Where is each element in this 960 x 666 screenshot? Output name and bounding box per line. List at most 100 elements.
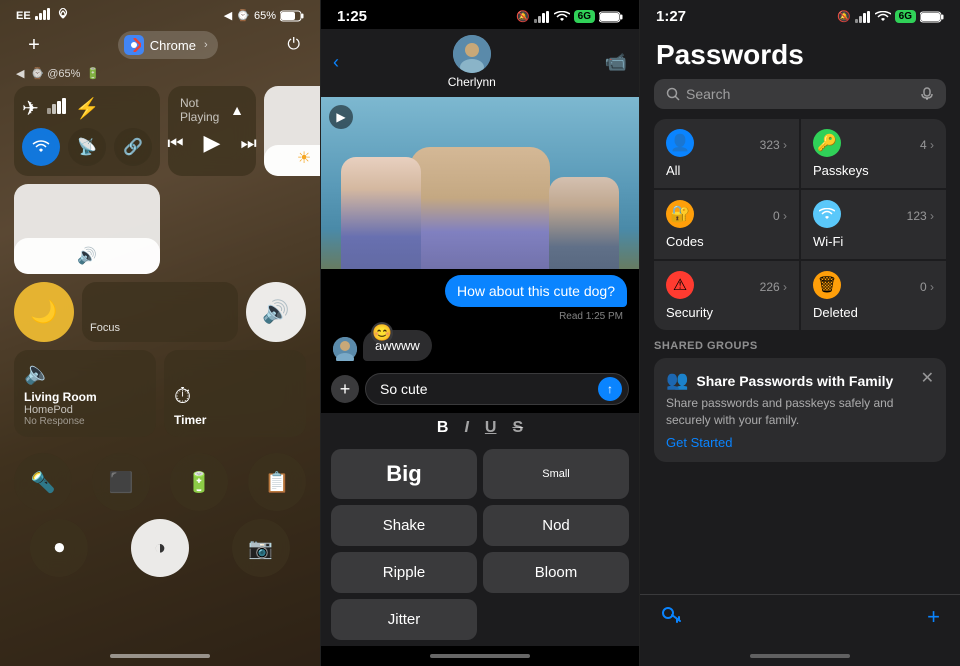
- cc-bottom-buttons-2: ⏺ ◑ 📷: [0, 511, 320, 577]
- pwd-wifi-icon: [875, 11, 891, 23]
- cc-timer-tile[interactable]: ⏱ Timer: [164, 350, 306, 437]
- cc-camera-button[interactable]: 📷: [232, 519, 290, 577]
- cc-speaker-icon: 🔊: [262, 299, 289, 325]
- pwd-all-icon: 👤: [666, 129, 694, 157]
- cc-camera-icon: 📷: [248, 536, 273, 561]
- cc-status-bar: EE ◀ ⌚ 65%: [0, 0, 320, 27]
- msg-bubble-text: How about this cute dog?: [457, 283, 615, 299]
- pwd-add-button[interactable]: +: [927, 604, 940, 630]
- pwd-mic-icon[interactable]: [920, 87, 934, 101]
- msg-back-button[interactable]: ‹: [333, 52, 339, 73]
- cc-bottom-buttons: 🔦 ⬛ 🔋 📋: [0, 445, 320, 511]
- msg-effect-shake[interactable]: Shake: [331, 505, 477, 546]
- pwd-cell-wifi[interactable]: 123 › Wi-Fi: [801, 190, 946, 259]
- msg-home-indicator: [430, 654, 530, 658]
- msg-battery-icon: [599, 11, 623, 23]
- pwd-search-placeholder: Search: [686, 86, 730, 102]
- msg-avatar[interactable]: [453, 35, 491, 73]
- pwd-banner-close-button[interactable]: ✕: [921, 368, 934, 388]
- msg-effect-ripple[interactable]: Ripple: [331, 552, 477, 593]
- pwd-passkeys-icon: 🔑: [813, 129, 841, 157]
- msg-video-button[interactable]: 📹: [605, 52, 627, 73]
- cc-screen-mirror-button[interactable]: ⬛: [92, 453, 150, 511]
- pwd-deleted-label: Deleted: [813, 305, 934, 320]
- pwd-search-icon: [666, 87, 680, 101]
- cc-prev-button[interactable]: ⏮: [167, 133, 183, 154]
- msg-photo: ▶: [321, 97, 639, 269]
- pwd-cell-deleted[interactable]: 🗑 0 › Deleted: [801, 261, 946, 330]
- passwords-panel: 1:27 🔕 6G Passwords Search 👤 323 › All 🔑: [640, 0, 960, 666]
- cc-chevron-icon: ›: [204, 39, 208, 51]
- msg-effects-grid: Big Small Shake Nod Ripple Bloom Jitter: [321, 443, 639, 646]
- pwd-wifi-cat-icon: [813, 200, 841, 228]
- cc-app-badge[interactable]: Chrome ›: [118, 31, 218, 59]
- cc-accessibility-button[interactable]: ◑: [131, 519, 189, 577]
- msg-effect-toolbar: B I U S: [321, 413, 639, 443]
- cc-record-icon: ⏺: [54, 537, 64, 560]
- cc-volume-button[interactable]: 🔊: [246, 282, 306, 342]
- cc-volume-icon: 🔊: [77, 246, 97, 266]
- cc-music-tile[interactable]: Not Playing ▲ ⏮ ▶ ⏭: [168, 86, 256, 176]
- cc-brightness-slider[interactable]: ☀: [264, 86, 320, 176]
- pwd-get-started-button[interactable]: Get Started: [666, 435, 934, 450]
- msg-effect-small[interactable]: Small: [483, 449, 629, 499]
- msg-input-area: + So cute ↑: [321, 367, 639, 413]
- cc-battery-button[interactable]: 🔋: [170, 453, 228, 511]
- cc-homepod-tile[interactable]: 🔈 Living Room HomePod No Response: [14, 350, 156, 437]
- cc-wifi-button[interactable]: [22, 128, 60, 166]
- msg-bold-button[interactable]: B: [437, 419, 449, 437]
- cc-battery-full: 🔋: [86, 67, 100, 80]
- msg-text-input[interactable]: So cute ↑: [365, 373, 629, 405]
- msg-input-text: So cute: [380, 381, 427, 397]
- chrome-icon: [124, 35, 144, 55]
- pwd-search-bar[interactable]: Search: [654, 79, 946, 109]
- pwd-network-badge: 6G: [895, 10, 916, 23]
- cc-record-button[interactable]: ⏺: [30, 519, 88, 577]
- cc-wifi-icon: [55, 8, 71, 23]
- pwd-cell-security[interactable]: ⚠ 226 › Security: [654, 261, 799, 330]
- msg-signal-icon: [534, 11, 550, 23]
- msg-add-button[interactable]: +: [331, 375, 359, 403]
- cc-play-button[interactable]: ▶: [204, 130, 221, 156]
- cc-airplay-icon[interactable]: ▲: [230, 102, 244, 118]
- cc-battery-icon: [280, 10, 304, 22]
- cc-power-button[interactable]: ⏻: [287, 36, 300, 54]
- pwd-family-banner: 👥 Share Passwords with Family ✕ Share pa…: [654, 358, 946, 462]
- pwd-security-icon: ⚠: [666, 271, 694, 299]
- msg-send-button[interactable]: ↑: [598, 377, 622, 401]
- cc-row2: 🌙 Focus 🔊: [0, 274, 320, 342]
- msg-effect-bloom[interactable]: Bloom: [483, 552, 629, 593]
- cc-focus-tile[interactable]: Focus: [82, 282, 238, 342]
- msg-send-icon: ↑: [607, 382, 613, 396]
- cc-airdrop-button[interactable]: 📡: [68, 128, 106, 166]
- cc-focus-button[interactable]: 🌙: [14, 282, 74, 342]
- msg-strikethrough-button[interactable]: S: [512, 419, 523, 437]
- msg-received-avatar: [333, 337, 357, 361]
- msg-effect-nod[interactable]: Nod: [483, 505, 629, 546]
- cc-connectivity-tile[interactable]: ✈ ⚡ 📡 🔗: [14, 86, 160, 176]
- cc-focus-label: Focus: [90, 322, 120, 334]
- cc-moon-icon: 🌙: [30, 299, 57, 325]
- msg-effect-jitter[interactable]: Jitter: [331, 599, 477, 640]
- pwd-key-icon: [660, 603, 682, 630]
- msg-underline-button[interactable]: U: [485, 419, 497, 437]
- msg-playback-icon[interactable]: ▶: [329, 105, 353, 129]
- msg-italic-button[interactable]: I: [464, 419, 468, 437]
- cc-home-indicator: [110, 654, 210, 658]
- cc-next-button[interactable]: ⏭: [240, 133, 256, 154]
- cc-notes-button[interactable]: 📋: [248, 453, 306, 511]
- msg-effect-big[interactable]: Big: [331, 449, 477, 499]
- cc-music-not-playing: Not Playing: [180, 96, 230, 124]
- cc-flashlight-button[interactable]: 🔦: [14, 453, 72, 511]
- msg-received-bubble: 😊 awwww: [363, 330, 432, 361]
- msg-header: ‹ Cherlynn 📹: [321, 29, 639, 97]
- pwd-cell-all[interactable]: 👤 323 › All: [654, 119, 799, 188]
- cc-add-button[interactable]: +: [20, 31, 48, 59]
- msg-bubble-right: How about this cute dog?: [445, 275, 627, 307]
- pwd-cell-codes[interactable]: 🔐 0 › Codes: [654, 190, 799, 259]
- cc-hotspot-button[interactable]: 🔗: [114, 128, 152, 166]
- cc-volume-slider[interactable]: 🔊: [14, 184, 160, 274]
- pwd-codes-icon: 🔐: [666, 200, 694, 228]
- pwd-cell-passkeys[interactable]: 🔑 4 › Passkeys: [801, 119, 946, 188]
- cc-cellular-icon: [47, 97, 67, 120]
